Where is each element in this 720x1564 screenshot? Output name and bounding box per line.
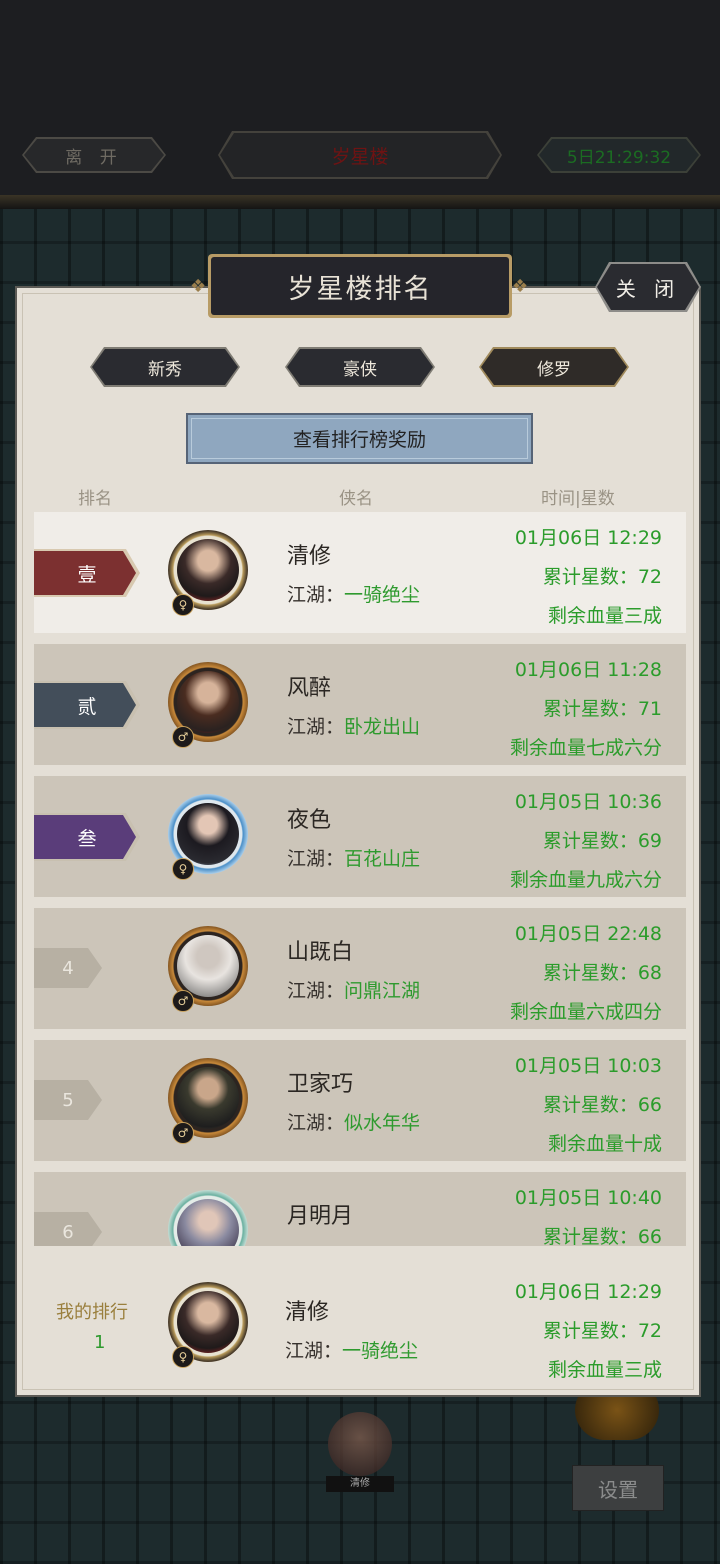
view-rewards-button[interactable]: 查看排行榜奖励: [186, 413, 533, 464]
star-count: 累计星数：66: [542, 1226, 662, 1246]
player-name: 清修: [285, 1300, 330, 1325]
top-bar: 离 开 岁星楼 5日21:29:32: [0, 0, 720, 209]
player-name: 风醉: [287, 676, 332, 701]
my-rank-number: 1: [94, 1332, 106, 1353]
column-header-rank: 排名: [78, 489, 112, 509]
player-name: 清修: [287, 544, 332, 569]
record-time: 01月05日 10:03: [514, 1055, 662, 1077]
rank-badge: 壹: [34, 549, 140, 597]
star-count: 累计星数：69: [542, 830, 662, 852]
my-rank-footer: 我的排行 1 ♀ 清修 江湖：一骑绝尘 01月06日 12:29 累计星数：72…: [34, 1250, 686, 1386]
remaining-hp: 剩余血量七成六分: [509, 737, 662, 759]
remaining-hp: 剩余血量三成: [547, 1359, 662, 1381]
avatar: ♀: [166, 1182, 250, 1246]
record-time: 01月06日 11:28: [514, 659, 662, 681]
remaining-hp: 剩余血量十成: [547, 1133, 662, 1155]
location-title: 岁星楼: [218, 131, 502, 179]
column-header-name: 侠名: [339, 489, 373, 509]
remaining-hp: 剩余血量九成六分: [509, 869, 662, 891]
female-symbol-icon: ♀: [172, 594, 194, 616]
rank-number: 5: [34, 1080, 102, 1120]
player-guild: 江湖：问鼎江湖: [287, 980, 421, 1002]
settings-button[interactable]: 设置: [572, 1465, 664, 1511]
ranking-row[interactable]: 5 ♂ 卫家巧 江湖：似水年华 01月05日 10:03 累计星数：66 剩余血…: [34, 1040, 686, 1161]
remaining-hp: 剩余血量三成: [547, 605, 662, 627]
ornament-right-icon: ❖: [512, 276, 529, 297]
record-time: 01月05日 10:36: [514, 791, 662, 813]
avatar: ♂: [166, 918, 250, 1012]
player-avatar: [328, 1412, 392, 1476]
star-count: 累计星数：72: [542, 566, 662, 588]
star-count: 累计星数：66: [542, 1094, 662, 1116]
record-time: 01月05日 10:40: [514, 1187, 662, 1209]
panel-title: 岁星楼排名: [208, 254, 512, 318]
star-count: 累计星数：68: [542, 962, 662, 984]
avatar: ♀: [166, 522, 250, 616]
record-time: 01月06日 12:29: [514, 527, 662, 549]
player-guild: 江湖：一骑绝尘: [285, 1340, 419, 1362]
male-symbol-icon: ♂: [172, 726, 194, 748]
record-time: 01月06日 12:29: [514, 1281, 662, 1303]
close-button[interactable]: 关 闭: [595, 262, 701, 312]
avatar: ♀: [166, 786, 250, 880]
column-header-time-stars: 时间|星数: [541, 489, 615, 509]
player-name: 山既白: [287, 940, 354, 965]
tab-haoxia[interactable]: 豪侠: [285, 347, 435, 387]
countdown-timer: 5日21:29:32: [537, 137, 701, 173]
ranking-row[interactable]: 贰 ♂ 风醉 江湖：卧龙出山 01月06日 11:28 累计星数：71 剩余血量…: [34, 644, 686, 765]
rank-badge: 贰: [34, 681, 140, 729]
avatar: ♀: [166, 1274, 250, 1368]
leave-button[interactable]: 离 开: [22, 137, 166, 173]
player-guild: 江湖：卧龙出山: [287, 716, 421, 738]
remaining-hp: 剩余血量六成四分: [509, 1001, 662, 1023]
ranking-row[interactable]: 壹 ♀ 清修 江湖：一骑绝尘 01月06日 12:29 累计星数：72 剩余血量…: [34, 512, 686, 633]
male-symbol-icon: ♂: [172, 1122, 194, 1144]
female-symbol-icon: ♀: [172, 858, 194, 880]
male-symbol-icon: ♂: [172, 990, 194, 1012]
avatar: ♂: [166, 654, 250, 748]
ornament-left-icon: ❖: [190, 276, 207, 297]
player-guild: 江湖：一骑绝尘: [287, 584, 421, 606]
star-count: 累计星数：72: [542, 1320, 662, 1342]
player-name: 卫家巧: [287, 1072, 354, 1097]
player-guild: 江湖：百花山庄: [287, 848, 421, 870]
rank-badge: 叁: [34, 813, 140, 861]
my-rank-label: 我的排行: [56, 1302, 128, 1323]
rank-number: 6: [34, 1212, 102, 1246]
player-name: 月明月: [287, 1204, 354, 1229]
ranking-row[interactable]: 6 ♀ 月明月 01月05日 10:40 累计星数：66: [34, 1172, 686, 1246]
tab-xinxiu[interactable]: 新秀: [90, 347, 240, 387]
rank-number: 4: [34, 948, 102, 988]
female-symbol-icon: ♀: [172, 1346, 194, 1368]
player-name-tag: 清修: [326, 1476, 394, 1492]
avatar: ♂: [166, 1050, 250, 1144]
ranking-list[interactable]: 壹 ♀ 清修 江湖：一骑绝尘 01月06日 12:29 累计星数：72 剩余血量…: [34, 512, 686, 1246]
ranking-row[interactable]: 叁 ♀ 夜色 江湖：百花山庄 01月05日 10:36 累计星数：69 剩余血量…: [34, 776, 686, 897]
record-time: 01月05日 22:48: [514, 923, 662, 945]
star-count: 累计星数：71: [542, 698, 662, 720]
player-name: 夜色: [287, 808, 332, 833]
player-guild: 江湖：似水年华: [287, 1112, 421, 1134]
tab-xiuluo[interactable]: 修罗: [479, 347, 629, 387]
ranking-row[interactable]: 4 ♂ 山既白 江湖：问鼎江湖 01月05日 22:48 累计星数：68 剩余血…: [34, 908, 686, 1029]
